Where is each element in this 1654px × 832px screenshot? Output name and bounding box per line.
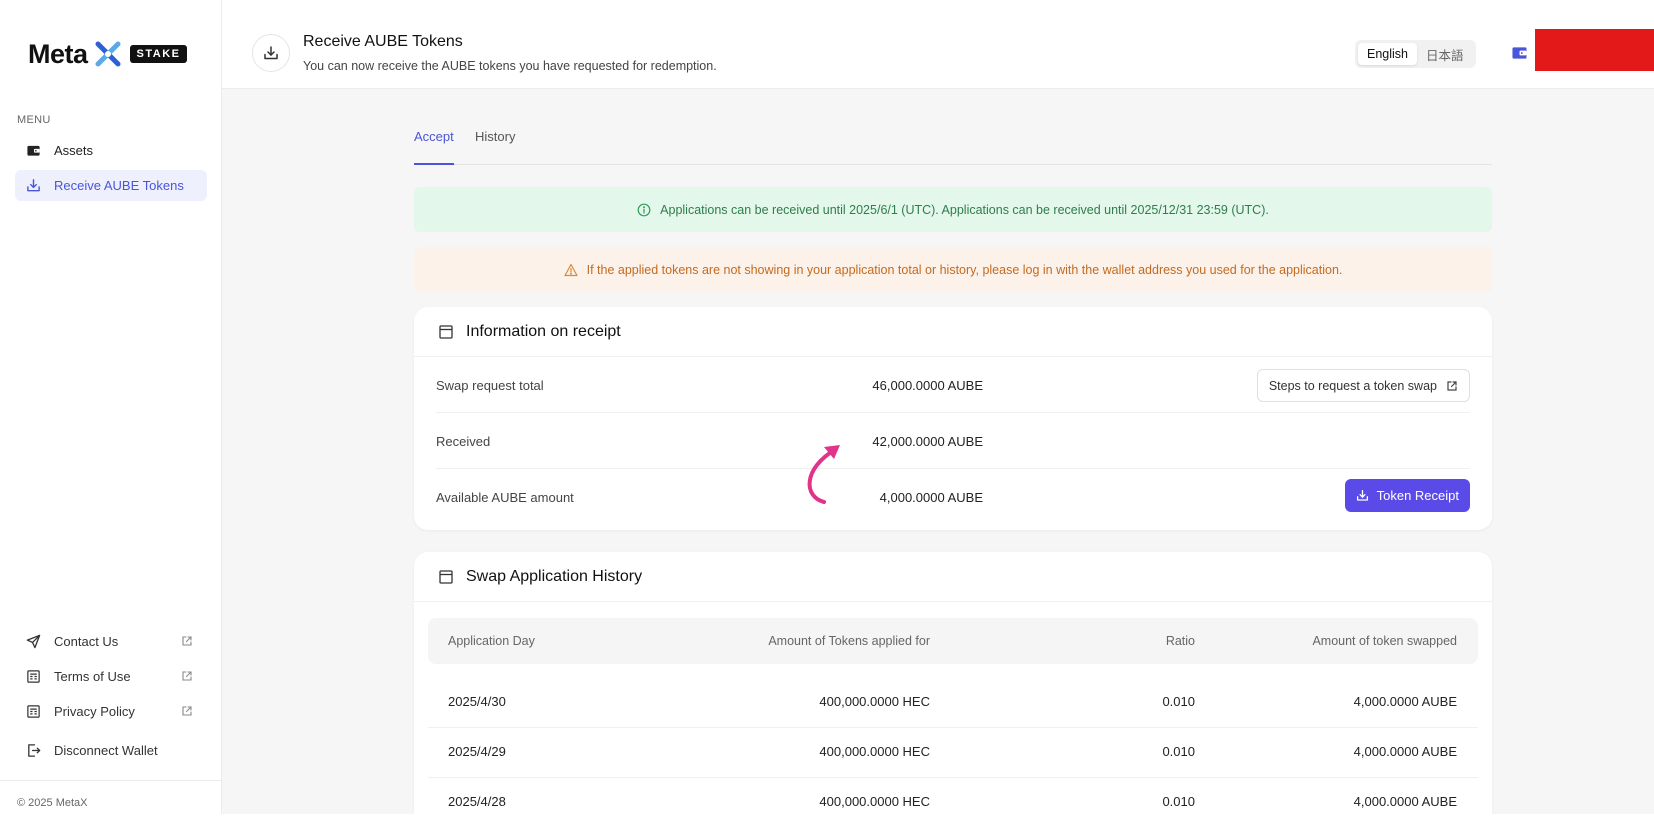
sidebar-item-receive-aube-tokens[interactable]: Receive AUBE Tokens: [15, 170, 207, 201]
table-row: 2025/4/28 400,000.0000 HEC 0.010 4,000.0…: [428, 778, 1478, 814]
cell-amount-swapped: 4,000.0000 AUBE: [1353, 794, 1457, 809]
cell-amount-applied: 400,000.0000 HEC: [819, 744, 930, 759]
external-link-icon: [1447, 380, 1457, 391]
info-label: Swap request total: [436, 378, 544, 393]
cell-date: 2025/4/30: [448, 694, 506, 709]
sidebar-item-label: Receive AUBE Tokens: [54, 178, 184, 193]
info-row-received: Received 42,000.0000 AUBE: [436, 413, 1470, 469]
table-row: 2025/4/30 400,000.0000 HEC 0.010 4,000.0…: [428, 678, 1478, 728]
download-icon: [27, 179, 40, 192]
page-title: Receive AUBE Tokens: [303, 33, 463, 50]
tab-bar: Accept History: [414, 117, 1492, 165]
tab-accept[interactable]: Accept: [414, 129, 454, 165]
sidebar-link-label: Disconnect Wallet: [54, 742, 158, 758]
column-header: Ratio: [1165, 634, 1195, 648]
cell-amount-applied: 400,000.0000 HEC: [819, 794, 930, 809]
info-value: 42,000.0000 AUBE: [872, 434, 983, 449]
document-icon: [27, 704, 40, 718]
info-value: 46,000.0000 AUBE: [872, 378, 983, 393]
column-header: Amount of token swapped: [1312, 634, 1457, 648]
external-link-icon: [182, 636, 192, 646]
info-row-available-aube: Available AUBE amount 4,000.0000 AUBE To…: [436, 469, 1470, 525]
cell-ratio: 0.010: [1162, 794, 1195, 809]
annotation-arrow-icon: [807, 445, 840, 504]
tab-history[interactable]: History: [475, 129, 515, 165]
receipt-card-title: Information on receipt: [466, 322, 621, 340]
menu-heading: MENU: [17, 114, 51, 126]
cell-ratio: 0.010: [1162, 744, 1195, 759]
disconnect-wallet-button[interactable]: Disconnect Wallet: [15, 735, 207, 765]
info-row-swap-request-total: Swap request total 46,000.0000 AUBE Step…: [436, 357, 1470, 413]
history-table-header: Application Day Amount of Tokens applied…: [428, 618, 1478, 664]
download-icon: [264, 46, 278, 60]
language-switcher: English 日本語: [1355, 40, 1476, 68]
info-label: Available AUBE amount: [436, 490, 574, 505]
page-header: Receive AUBE Tokens You can now receive …: [222, 0, 1654, 89]
sidebar-link-terms-of-use[interactable]: Terms of Use: [15, 661, 207, 691]
external-link-icon: [182, 671, 192, 681]
sidebar-link-label: Terms of Use: [54, 668, 131, 684]
send-icon: [26, 634, 41, 648]
sidebar-divider: [0, 780, 222, 781]
cell-amount-swapped: 4,000.0000 AUBE: [1353, 744, 1457, 759]
cell-amount-applied: 400,000.0000 HEC: [819, 694, 930, 709]
info-alert-text: Applications can be received until 2025/…: [660, 202, 1269, 217]
brand-x-icon: [95, 41, 121, 67]
external-link-icon: [182, 706, 192, 716]
info-label: Received: [436, 434, 491, 449]
sidebar-item-assets[interactable]: Assets: [15, 135, 207, 166]
cell-date: 2025/4/29: [448, 744, 506, 759]
cell-ratio: 0.010: [1162, 694, 1195, 709]
token-receipt-label: Token Receipt: [1376, 488, 1459, 503]
redacted-wallet-address: [1535, 29, 1654, 71]
receipt-info-card: Information on receipt Swap request tota…: [414, 307, 1492, 530]
info-value: 4,000.0000 AUBE: [879, 490, 983, 505]
card-icon: [439, 569, 453, 584]
wallet-icon[interactable]: [1512, 46, 1527, 60]
table-row: 2025/4/29 400,000.0000 HEC 0.010 4,000.0…: [428, 728, 1478, 778]
card-icon: [439, 324, 453, 339]
receipt-card-header: Information on receipt: [414, 307, 1492, 357]
warning-alert-text: If the applied tokens are not showing in…: [586, 262, 1343, 277]
sidebar-link-label: Contact Us: [54, 633, 119, 649]
info-circle-icon: [637, 203, 651, 216]
sidebar-link-contact-us[interactable]: Contact Us: [15, 626, 207, 656]
sidebar: Meta STAKE MENU Assets Receive AUBE Toke…: [0, 0, 222, 814]
main-content: Accept History Applications can be recei…: [222, 89, 1654, 814]
swap-history-card: Swap Application History Application Day…: [414, 552, 1492, 814]
history-card-title: Swap Application History: [466, 567, 643, 585]
copyright: © 2025 MetaX: [17, 797, 88, 809]
info-alert: Applications can be received until 2025/…: [414, 187, 1492, 232]
steps-button-label: Steps to request a token swap: [1268, 378, 1437, 393]
token-receipt-button[interactable]: Token Receipt: [1344, 479, 1470, 512]
column-header: Application Day: [448, 634, 535, 648]
sidebar-link-privacy-policy[interactable]: Privacy Policy: [15, 696, 207, 726]
language-option-japanese[interactable]: 日本語: [1417, 43, 1473, 65]
page-subtitle: You can now receive the AUBE tokens you …: [303, 59, 717, 73]
cell-amount-swapped: 4,000.0000 AUBE: [1353, 694, 1457, 709]
brand-logo[interactable]: Meta STAKE: [28, 38, 188, 70]
steps-to-request-swap-button[interactable]: Steps to request a token swap: [1256, 369, 1470, 402]
warning-alert: If the applied tokens are not showing in…: [414, 247, 1492, 292]
cell-date: 2025/4/28: [448, 794, 506, 809]
language-option-english[interactable]: English: [1358, 43, 1417, 65]
header-download-icon-badge: [252, 34, 290, 72]
brand-name: Meta: [28, 38, 88, 69]
column-header: Amount of Tokens applied for: [768, 634, 930, 648]
download-icon: [1356, 489, 1368, 501]
history-card-header: Swap Application History: [414, 552, 1492, 602]
logout-icon: [28, 743, 41, 757]
sidebar-item-label: Assets: [54, 143, 94, 158]
document-icon: [27, 669, 40, 683]
sidebar-link-label: Privacy Policy: [54, 703, 135, 719]
warning-triangle-icon: [564, 263, 578, 276]
brand-badge: STAKE: [129, 45, 188, 63]
wallet-icon: [27, 145, 40, 156]
